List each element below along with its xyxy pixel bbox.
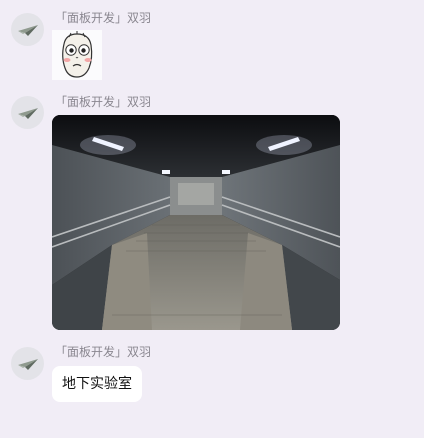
chat-message-list: 「面板开发」双羽 「面板开发」双羽 「面板开发」双羽 地下实验室 <box>0 0 424 438</box>
sender-name: 「面板开发」双羽 <box>55 345 152 359</box>
sender-avatar[interactable] <box>11 347 44 380</box>
image-message[interactable] <box>52 115 340 330</box>
paper-plane-icon <box>17 358 38 370</box>
underground-passage-photo <box>52 115 340 330</box>
message-text: 地下实验室 <box>62 376 132 392</box>
text-message-bubble[interactable]: 地下实验室 <box>52 366 142 402</box>
sender-avatar[interactable] <box>11 96 44 129</box>
sender-name: 「面板开发」双羽 <box>55 95 152 109</box>
sticker-message[interactable] <box>52 30 102 80</box>
sender-name: 「面板开发」双羽 <box>55 11 152 25</box>
sender-avatar[interactable] <box>11 13 44 46</box>
paper-plane-icon <box>17 107 38 119</box>
paper-plane-icon <box>17 24 38 36</box>
shocked-face-meme-sticker <box>52 30 102 80</box>
